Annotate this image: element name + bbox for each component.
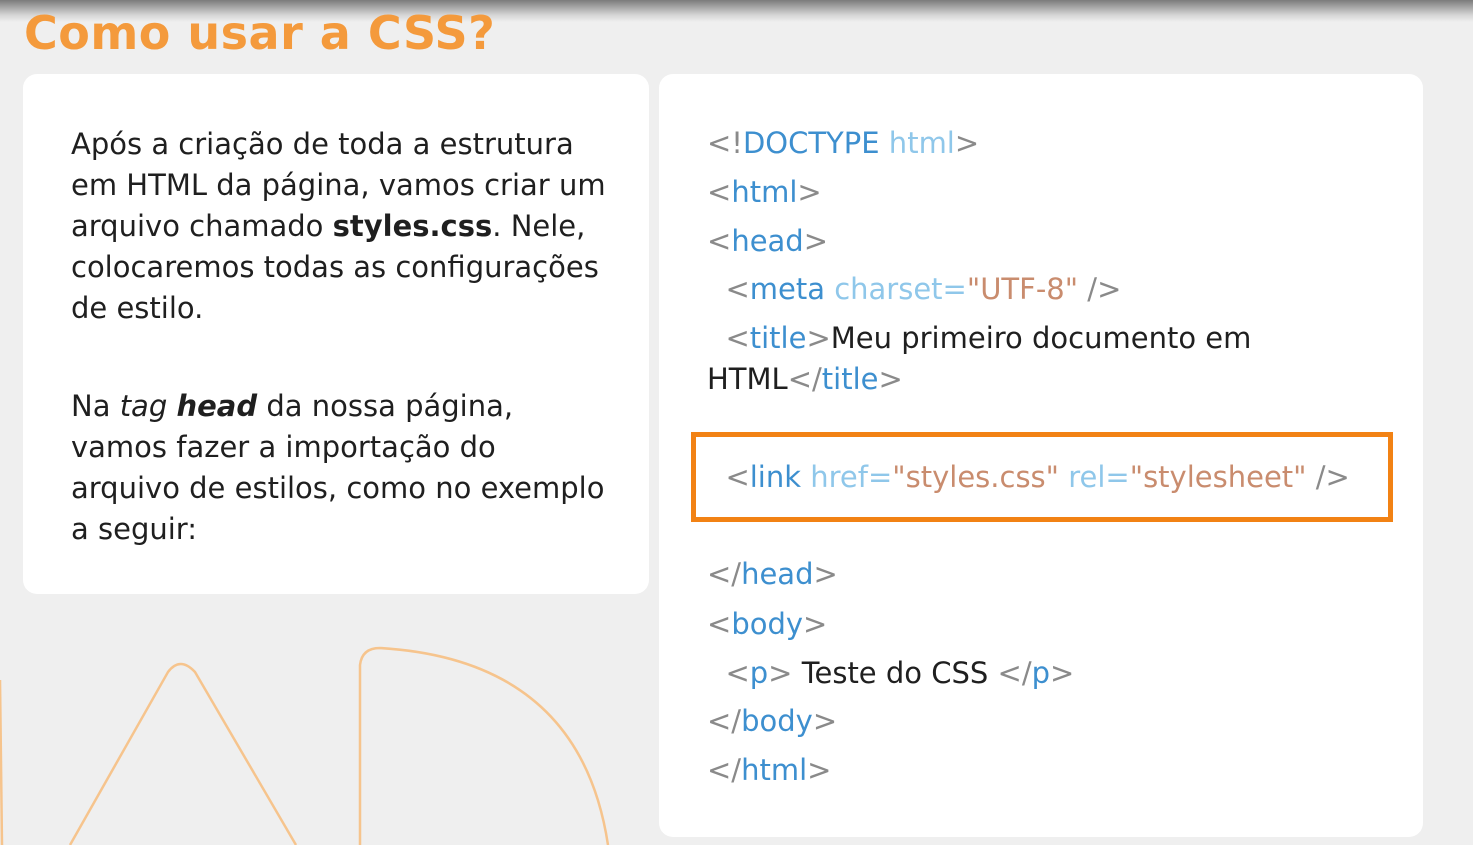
code-punct: /> — [1078, 272, 1122, 306]
code-punct: > — [878, 362, 903, 396]
code-line-head-close: </head> — [707, 554, 838, 595]
code-line-body-open: <body> — [707, 604, 827, 645]
code-attribute-value: "stylesheet" — [1129, 460, 1307, 494]
code-tag-name: head — [731, 224, 804, 258]
code-equals: = — [1105, 460, 1130, 494]
code-attribute-value: "UTF-8" — [966, 272, 1079, 306]
code-tag-name: html — [741, 753, 808, 787]
code-punct: > — [806, 321, 831, 355]
code-tag-name: meta — [749, 272, 825, 306]
explanation-paragraph-2: Na tag head da nossa página, vamos fazer… — [71, 386, 611, 550]
code-punct: < — [725, 321, 750, 355]
code-punct: <! — [707, 126, 743, 160]
code-tag-name: link — [749, 460, 802, 494]
code-line-link: <link href="styles.css" rel="stylesheet"… — [707, 457, 1350, 498]
code-punct: < — [725, 656, 750, 690]
code-punct: < — [707, 175, 732, 209]
code-attribute-value: "styles.css" — [892, 460, 1060, 494]
code-tag-name: p — [1031, 656, 1051, 690]
code-punct: /> — [1306, 460, 1350, 494]
decorative-quarter-arc — [358, 646, 610, 845]
code-tag-name: title — [749, 321, 807, 355]
code-line-html-open: <html> — [707, 172, 822, 213]
code-tag-name: p — [749, 656, 769, 690]
code-punct: </ — [997, 656, 1032, 690]
code-tag-name: head — [741, 557, 814, 591]
code-equals: = — [867, 460, 893, 494]
code-line-html-close: </html> — [707, 750, 831, 791]
code-tag-name: title — [821, 362, 879, 396]
code-attribute: href — [801, 460, 868, 494]
code-tag-name: body — [741, 704, 813, 738]
code-punct: </ — [707, 557, 742, 591]
explanation-card: Após a criação de toda a estrutura em HT… — [23, 74, 649, 594]
code-punct: < — [725, 460, 750, 494]
code-punct: > — [807, 753, 832, 787]
p1-filename: styles.css — [332, 209, 493, 243]
p2-head-word: head — [176, 389, 257, 423]
slide-title: Como usar a CSS? — [24, 6, 496, 60]
decorative-triangle — [68, 662, 298, 845]
code-punct: > — [768, 656, 793, 690]
code-line-paragraph: <p> Teste do CSS </p> — [707, 653, 1074, 694]
code-text: Meu primeiro documento em — [830, 321, 1252, 355]
code-line-head-open: <head> — [707, 221, 828, 262]
code-line-doctype: <!DOCTYPE html> — [707, 123, 979, 164]
code-tag-name: html — [731, 175, 798, 209]
code-doctype-keyword: DOCTYPE — [742, 126, 880, 160]
explanation-paragraph-1: Após a criação de toda a estrutura em HT… — [71, 124, 611, 329]
code-text: HTML — [707, 362, 788, 396]
code-line-title-cont: HTML</title> — [707, 359, 903, 400]
code-punct: </ — [787, 362, 822, 396]
code-attribute: charset — [824, 272, 943, 306]
p2-text-before: Na — [71, 389, 120, 423]
decorative-edge-line — [0, 679, 4, 845]
p2-head-word-text: head — [176, 389, 258, 423]
code-punct: < — [725, 272, 750, 306]
code-line-meta: <meta charset="UTF-8" /> — [707, 269, 1121, 310]
code-punct: > — [803, 224, 829, 258]
code-punct: < — [707, 607, 732, 641]
code-text: Teste do CSS — [792, 656, 998, 690]
code-punct: > — [1050, 656, 1075, 690]
code-line-body-close: </body> — [707, 701, 837, 742]
code-tag-name: body — [731, 607, 804, 641]
code-punct: > — [797, 175, 822, 209]
code-attribute: rel — [1059, 460, 1106, 494]
code-equals: = — [942, 272, 967, 306]
code-punct: < — [707, 224, 732, 258]
code-punct: > — [954, 126, 980, 160]
decorative-shapes — [0, 646, 610, 845]
code-punct: </ — [707, 704, 742, 738]
code-punct: > — [813, 557, 838, 591]
code-punct: > — [803, 607, 828, 641]
p2-tag-word: tag — [119, 389, 168, 423]
code-line-title: <title>Meu primeiro documento em — [707, 318, 1251, 359]
code-punct: > — [812, 704, 838, 738]
code-attribute: html — [879, 126, 955, 160]
code-punct: </ — [707, 753, 742, 787]
